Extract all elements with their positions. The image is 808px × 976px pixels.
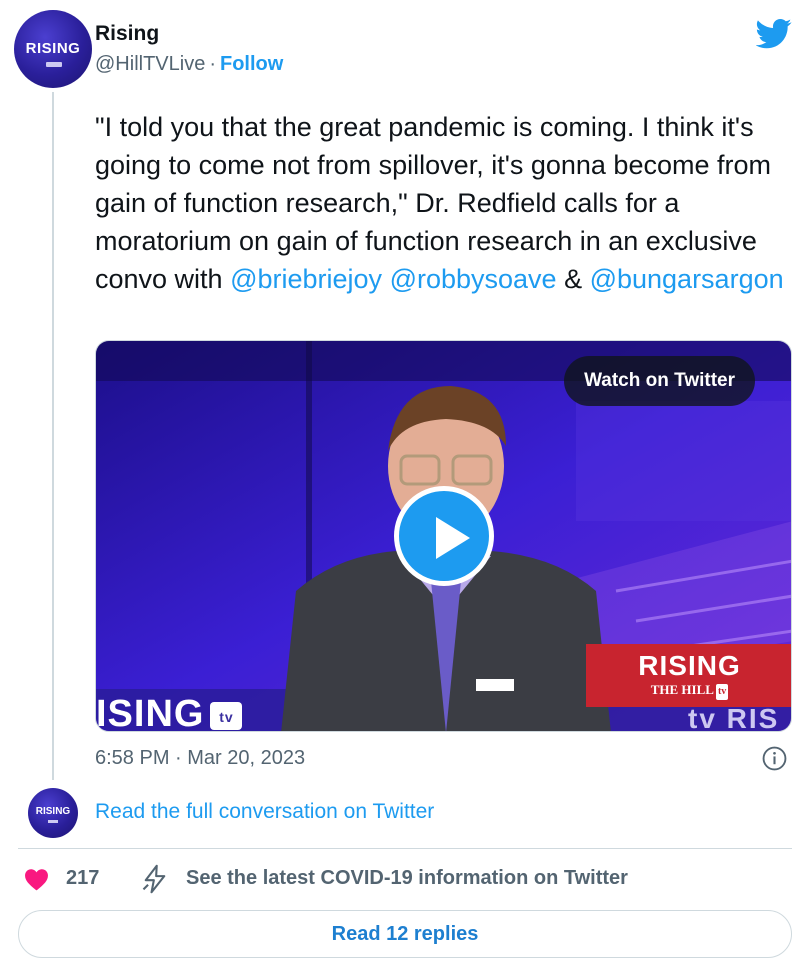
info-icon[interactable] bbox=[762, 746, 787, 771]
handle-separator: · bbox=[209, 53, 216, 75]
twitter-bird-icon[interactable] bbox=[756, 15, 792, 51]
rising-logo-bug: RISING THE HILL tv bbox=[586, 644, 791, 707]
account-name[interactable]: Rising bbox=[95, 22, 159, 46]
conversation-avatar[interactable]: RISING bbox=[28, 788, 78, 838]
lightning-bolt-icon[interactable] bbox=[141, 864, 169, 894]
account-avatar[interactable]: RISING bbox=[14, 10, 92, 88]
video-thumbnail[interactable]: Watch on Twitter ISING tv tv RIS RISING T… bbox=[95, 340, 792, 732]
heart-icon[interactable] bbox=[24, 868, 49, 891]
avatar-tv-mark bbox=[46, 62, 62, 67]
avatar-logo-text: RISING bbox=[25, 40, 81, 57]
lower-third-right-text: tv RIS bbox=[688, 703, 780, 732]
lower-third-tv-logo: tv bbox=[210, 701, 243, 730]
read-full-conversation-link[interactable]: Read the full conversation on Twitter bbox=[95, 800, 434, 824]
read-replies-button[interactable]: Read 12 replies bbox=[18, 910, 792, 958]
account-handle[interactable]: @HillTVLive bbox=[95, 53, 205, 75]
account-handle-row: @HillTVLive · Follow bbox=[95, 53, 283, 76]
covid-info-link[interactable]: See the latest COVID-19 information on T… bbox=[186, 867, 628, 890]
follow-button[interactable]: Follow bbox=[220, 53, 283, 75]
divider bbox=[18, 848, 792, 849]
mention-link[interactable]: @bungarsargon bbox=[590, 264, 784, 294]
rising-logo-title: RISING bbox=[638, 650, 741, 681]
tv-badge: tv bbox=[715, 684, 729, 700]
watch-on-twitter-button[interactable]: Watch on Twitter bbox=[564, 356, 755, 406]
avatar-tv-mark bbox=[48, 820, 58, 823]
tweet-ampersand: & bbox=[556, 264, 590, 294]
avatar-logo-text: RISING bbox=[35, 806, 71, 817]
lower-third-text: ISING bbox=[96, 693, 205, 732]
the-hill-text: THE HILL bbox=[650, 682, 714, 697]
like-count[interactable]: 217 bbox=[66, 867, 99, 890]
thread-line bbox=[52, 92, 54, 780]
mention-link[interactable]: @robbysoave bbox=[390, 264, 557, 294]
tweet-text: "I told you that the great pandemic is c… bbox=[95, 108, 785, 298]
tweet-timestamp[interactable]: 6:58 PM · Mar 20, 2023 bbox=[95, 747, 305, 770]
play-icon bbox=[436, 517, 470, 559]
video-lower-third: ISING tv bbox=[96, 693, 243, 732]
play-button[interactable] bbox=[394, 486, 494, 586]
mention-link[interactable]: @briebriejoy bbox=[230, 264, 382, 294]
rising-logo-subtitle: THE HILL tv bbox=[586, 682, 791, 700]
